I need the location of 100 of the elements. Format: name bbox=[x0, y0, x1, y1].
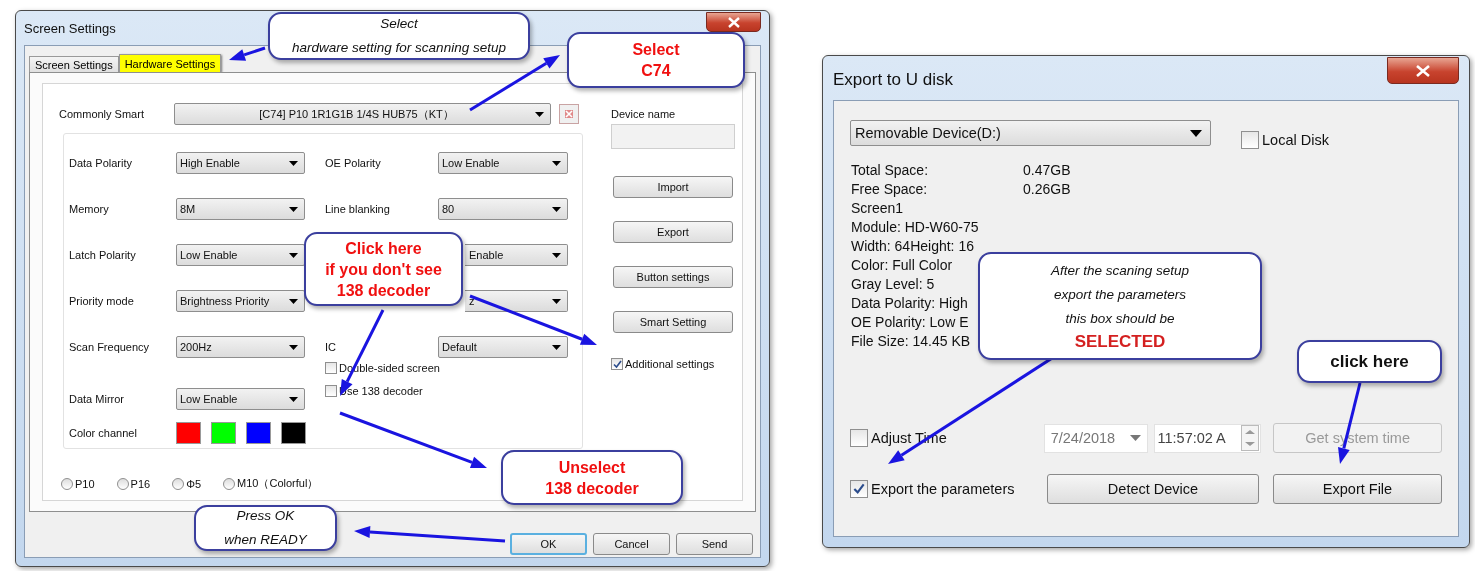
info-label: Module: HD-W60-75 bbox=[851, 218, 979, 237]
checkbox[interactable] bbox=[611, 358, 623, 370]
checkbox-label[interactable]: Additional settings bbox=[625, 358, 715, 370]
tab[interactable]: Screen Settings bbox=[29, 56, 119, 72]
window-title: Export to U disk bbox=[833, 69, 953, 90]
field-label: Data Polarity bbox=[69, 157, 133, 169]
caret-icon bbox=[289, 396, 298, 402]
info-label: Data Polarity: High bbox=[851, 294, 968, 313]
close-icon bbox=[565, 110, 573, 118]
callout-text: Press OK when READY bbox=[224, 507, 307, 549]
dropdown[interactable]: Default bbox=[438, 336, 568, 358]
button[interactable]: Button settings bbox=[613, 266, 733, 288]
color-swatch[interactable] bbox=[246, 422, 271, 444]
checkbox-label[interactable]: Local Disk bbox=[1262, 132, 1329, 148]
field-label: Memory bbox=[69, 203, 110, 215]
checkbox-label[interactable]: Export the parameters bbox=[871, 481, 1015, 497]
color-swatch[interactable] bbox=[211, 422, 236, 444]
radio-button[interactable] bbox=[172, 477, 185, 490]
dropdown[interactable]: Enable bbox=[465, 244, 568, 266]
field-label: OE Polarity bbox=[324, 157, 382, 169]
caret-icon bbox=[535, 111, 544, 117]
dropdown[interactable]: Low Enable bbox=[176, 388, 305, 410]
field-label: Data Mirror bbox=[69, 393, 125, 405]
tab[interactable]: Hardware Settings bbox=[118, 54, 222, 72]
radio-label[interactable]: P16 bbox=[130, 477, 151, 490]
field-label: Latch Polarity bbox=[69, 249, 137, 261]
radio-label[interactable]: M10（Colorful） bbox=[237, 476, 319, 491]
date-picker[interactable]: 7/24/2018 bbox=[1043, 423, 1149, 453]
field-label: Device name bbox=[611, 108, 677, 120]
radio-label[interactable]: P10 bbox=[75, 477, 95, 490]
caret-icon bbox=[552, 160, 561, 166]
caret-icon bbox=[552, 252, 561, 258]
color-swatch[interactable] bbox=[281, 422, 306, 444]
button[interactable]: Detect Device bbox=[1047, 474, 1259, 504]
field-label: Priority mode bbox=[69, 295, 135, 307]
caret-icon bbox=[289, 206, 298, 212]
field-label: IC bbox=[324, 341, 337, 353]
close-button[interactable] bbox=[1387, 57, 1459, 84]
field-label: Line blanking bbox=[324, 203, 391, 215]
callout-text: Select hardware setting for scanning setup bbox=[292, 15, 506, 57]
arrow bbox=[229, 46, 266, 61]
dropdown[interactable]: z bbox=[465, 290, 568, 312]
checkbox[interactable] bbox=[1241, 131, 1259, 149]
info-label: Free Space: bbox=[851, 180, 929, 199]
dropdown[interactable]: High Enable bbox=[176, 152, 305, 174]
caret-icon bbox=[552, 344, 561, 350]
caret-icon bbox=[1130, 435, 1142, 441]
info-label: Screen1 bbox=[851, 199, 904, 218]
caret-icon bbox=[289, 344, 298, 350]
dropdown[interactable]: 200Hz bbox=[176, 336, 305, 358]
caret-icon bbox=[289, 298, 298, 304]
info-value: 0.26GB bbox=[1023, 180, 1071, 199]
caret-icon bbox=[1190, 129, 1202, 137]
radio-button[interactable] bbox=[223, 477, 236, 490]
dropdown[interactable]: 80 bbox=[438, 198, 568, 220]
checkbox[interactable] bbox=[325, 385, 337, 397]
dropdown[interactable]: [C74] P10 1R1G1B 1/4S HUB75（KT） bbox=[174, 103, 551, 125]
callout-text: Select C74 bbox=[632, 40, 680, 81]
radio-button[interactable] bbox=[116, 477, 129, 490]
button[interactable]: Smart Setting bbox=[613, 311, 733, 333]
close-icon bbox=[1416, 64, 1430, 77]
button[interactable]: Export File bbox=[1273, 474, 1442, 504]
time-field[interactable]: 11:57:02 A bbox=[1154, 423, 1262, 453]
spinner-icon bbox=[1241, 425, 1260, 451]
callout-emphasis: SELECTED bbox=[1074, 331, 1166, 353]
button[interactable]: Import bbox=[613, 176, 733, 198]
info-label: File Size: 14.45 KB bbox=[851, 332, 971, 351]
dropdown[interactable]: Removable Device(D:) bbox=[850, 120, 1211, 146]
delete-button[interactable] bbox=[559, 104, 579, 124]
close-button[interactable] bbox=[706, 12, 761, 32]
dialog-button[interactable]: OK bbox=[510, 533, 587, 555]
info-label: Total Space: bbox=[851, 161, 930, 180]
dropdown[interactable]: Brightness Priority bbox=[176, 290, 305, 312]
radio-button[interactable] bbox=[61, 477, 73, 490]
info-label: Color: Full Color bbox=[851, 256, 953, 275]
field-label: Scan Frequency bbox=[69, 341, 151, 353]
info-label: Width: 64Height: 16 bbox=[851, 237, 974, 256]
close-icon bbox=[727, 16, 740, 28]
dialog-button[interactable]: Cancel bbox=[593, 533, 670, 555]
dropdown[interactable]: Low Enable bbox=[176, 244, 305, 266]
caret-icon bbox=[289, 252, 298, 258]
info-value: 0.47GB bbox=[1023, 161, 1071, 180]
color-swatch[interactable] bbox=[176, 422, 201, 444]
checkbox[interactable] bbox=[850, 429, 868, 447]
field-label: Commonly Smart bbox=[59, 108, 145, 120]
callout-text: Click here if you don't see 138 decoder bbox=[325, 238, 442, 301]
input-field[interactable] bbox=[611, 124, 735, 149]
caret-icon bbox=[289, 160, 298, 166]
dropdown[interactable]: Low Enable bbox=[438, 152, 568, 174]
checkbox[interactable] bbox=[850, 480, 868, 498]
caret-icon bbox=[552, 298, 561, 304]
checkbox[interactable] bbox=[325, 362, 337, 374]
dropdown[interactable]: 8M bbox=[176, 198, 305, 220]
dialog-button[interactable]: Send bbox=[676, 533, 753, 555]
info-label: OE Polarity: Low E bbox=[851, 313, 969, 332]
window-title: Screen Settings bbox=[24, 20, 116, 36]
radio-label[interactable]: Φ5 bbox=[186, 477, 202, 490]
callout-text: After the scaning setup export the parameters this box should be bbox=[1050, 262, 1190, 328]
caret-icon bbox=[552, 206, 561, 212]
button[interactable]: Export bbox=[613, 221, 733, 243]
